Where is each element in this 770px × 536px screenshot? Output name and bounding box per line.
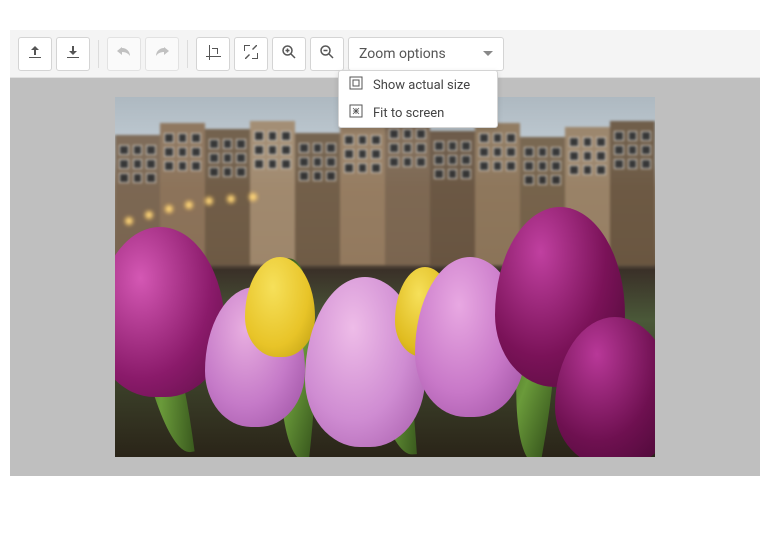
redo-icon <box>154 44 170 64</box>
image-editor: Zoom options Show actual size Fit to scr… <box>10 30 760 476</box>
actual-size-icon <box>349 76 363 94</box>
toolbar: Zoom options Show actual size Fit to scr… <box>10 30 760 78</box>
menu-item-label: Fit to screen <box>373 106 444 121</box>
zoom-out-button[interactable] <box>310 37 344 71</box>
redo-button[interactable] <box>145 37 179 71</box>
zoom-out-icon <box>319 44 335 64</box>
zoom-dropdown-label: Zoom options <box>359 46 446 62</box>
separator <box>187 40 188 68</box>
undo-icon <box>116 44 132 64</box>
canvas-area[interactable] <box>10 78 760 476</box>
download-icon <box>65 44 81 64</box>
edited-image <box>115 97 655 457</box>
save-button[interactable] <box>56 37 90 71</box>
zoom-fit-screen-item[interactable]: Fit to screen <box>339 99 497 127</box>
upload-icon <box>27 44 43 64</box>
menu-item-label: Show actual size <box>373 78 470 93</box>
zoom-actual-size-item[interactable]: Show actual size <box>339 71 497 99</box>
zoom-options-menu: Show actual size Fit to screen <box>338 70 498 128</box>
resize-button[interactable] <box>234 37 268 71</box>
zoom-options-dropdown[interactable]: Zoom options <box>348 37 504 71</box>
crop-button[interactable] <box>196 37 230 71</box>
open-button[interactable] <box>18 37 52 71</box>
zoom-in-icon <box>281 44 297 64</box>
fit-screen-icon <box>349 104 363 122</box>
separator <box>98 40 99 68</box>
zoom-in-button[interactable] <box>272 37 306 71</box>
resize-icon <box>243 44 259 64</box>
undo-button[interactable] <box>107 37 141 71</box>
chevron-down-icon <box>483 51 493 56</box>
crop-icon <box>205 44 221 64</box>
